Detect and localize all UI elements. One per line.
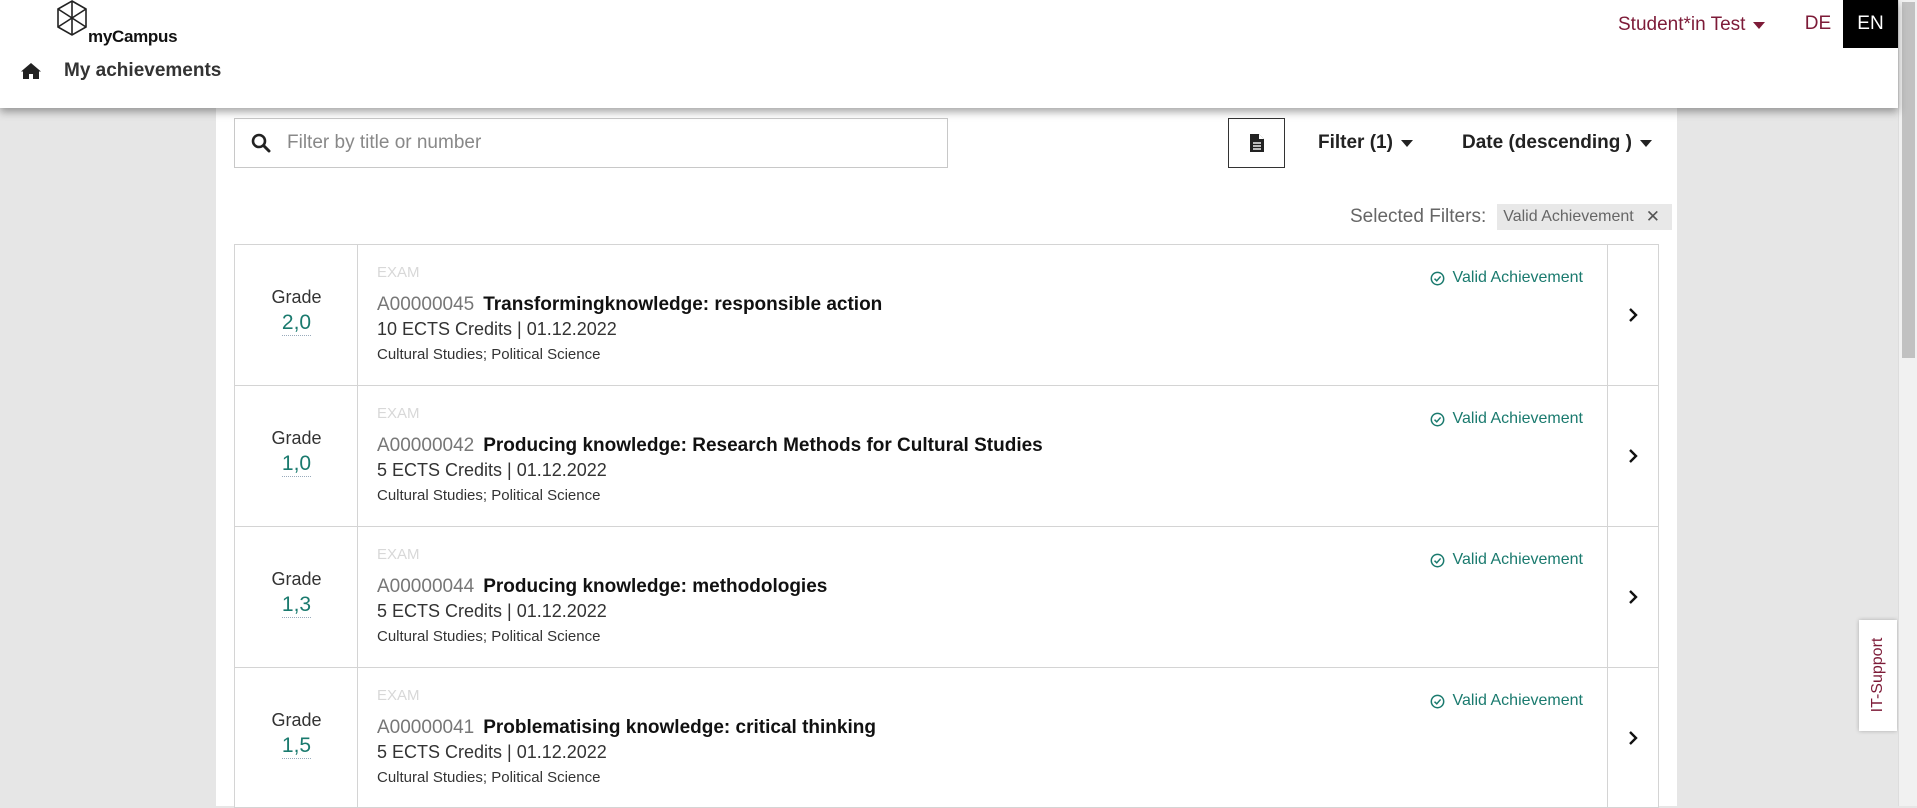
chevron-right-icon [1629,590,1638,604]
title-line: A00000041 Problematising knowledge: criti… [377,717,876,739]
selected-filters: Selected Filters: Valid Achievement ✕ [1350,204,1672,230]
filter-chip-label: Valid Achievement [1503,208,1634,225]
achievement-title: Producing knowledge: Research Methods fo… [483,435,1043,456]
achievement-row[interactable]: Grade 1,3 EXAM A00000044 Producing knowle… [234,526,1659,667]
chevron-right-icon [1629,308,1638,322]
search-input[interactable] [285,131,925,155]
status-label: Valid Achievement [1452,551,1583,568]
it-support-label: IT-Support [1869,637,1886,713]
caret-down-icon [1753,21,1766,29]
achievement-row[interactable]: Grade 1,5 EXAM A00000041 Problematising k… [234,667,1659,808]
credits-date: 5 ECTS Credits | 01.12.2022 [377,742,607,762]
achievement-info: EXAM A00000045 Transformingknowledge: res… [358,245,1609,385]
page-title: My achievements [64,60,222,81]
credits-date: 10 ECTS Credits | 01.12.2022 [377,319,617,339]
achievement-kind: EXAM [377,405,420,422]
grade-label: Grade [271,569,322,589]
it-support-tab[interactable]: IT-Support [1859,620,1897,731]
subjects: Cultural Studies; Political Science [377,628,601,645]
filter-chip: Valid Achievement ✕ [1497,204,1672,230]
status-label: Valid Achievement [1452,410,1583,427]
grade-label: Grade [271,710,322,730]
logo-text: myCampus [88,27,178,46]
language-de[interactable]: DE [1794,0,1842,48]
grade-cell: Grade 2,0 [235,245,358,385]
credits-date: 5 ECTS Credits | 01.12.2022 [377,601,607,621]
cube-logo-icon [57,0,87,36]
caret-down-icon [1400,139,1413,147]
selected-filters-label: Selected Filters: [1350,206,1487,227]
achievement-info: EXAM A00000041 Problematising knowledge: … [358,668,1609,807]
achievement-kind: EXAM [377,687,420,704]
grade-cell: Grade 1,5 [235,668,358,807]
status-badge: Valid Achievement [1430,269,1583,287]
achievement-info: EXAM A00000042 Producing knowledge: Resea… [358,386,1609,526]
search-icon [251,133,271,153]
achievement-number: A00000044 [377,576,475,597]
status-badge: Valid Achievement [1430,692,1583,710]
achievement-title: Transformingknowledge: responsible actio… [483,294,883,315]
chevron-right-icon [1629,449,1638,463]
achievement-list: Grade 2,0 EXAM A00000045 Transformingknow… [234,244,1659,808]
achievement-number: A00000042 [377,435,475,456]
check-circle-icon [1430,412,1444,426]
grade-value: 1,3 [281,593,312,618]
export-document-button[interactable] [1228,118,1285,168]
filter-dropdown-button[interactable]: Filter (1) [1318,132,1413,154]
achievement-info: EXAM A00000044 Producing knowledge: metho… [358,527,1609,667]
language-en[interactable]: EN [1843,0,1898,48]
sort-label: Date (descending ) [1462,132,1632,153]
breadcrumb: My achievements [20,60,221,82]
status-badge: Valid Achievement [1430,410,1583,428]
status-label: Valid Achievement [1452,692,1583,709]
achievement-number: A00000045 [377,294,475,315]
achievement-kind: EXAM [377,264,420,281]
title-line: A00000042 Producing knowledge: Research M… [377,435,1043,457]
check-circle-icon [1430,694,1444,708]
achievement-kind: EXAM [377,546,420,563]
grade-value: 2,0 [281,311,312,336]
title-line: A00000045 Transformingknowledge: responsi… [377,294,882,316]
status-badge: Valid Achievement [1430,551,1583,569]
grade-value: 1,5 [281,734,312,759]
scrollbar-thumb[interactable] [1902,2,1915,358]
open-details-button[interactable] [1607,668,1658,807]
title-line: A00000044 Producing knowledge: methodolog… [377,576,827,598]
credits-date: 5 ECTS Credits | 01.12.2022 [377,460,607,480]
achievement-title: Producing knowledge: methodologies [483,576,828,597]
open-details-button[interactable] [1607,527,1658,667]
remove-filter-icon[interactable]: ✕ [1646,207,1660,227]
user-name: Student*in Test [1618,14,1746,35]
achievement-number: A00000041 [377,717,475,738]
page-scrollbar[interactable] [1898,0,1917,806]
grade-cell: Grade 1,0 [235,386,358,526]
subjects: Cultural Studies; Political Science [377,769,601,786]
achievement-row[interactable]: Grade 2,0 EXAM A00000045 Transformingknow… [234,244,1659,385]
achievement-row[interactable]: Grade 1,0 EXAM A00000042 Producing knowle… [234,385,1659,526]
grade-label: Grade [271,428,322,448]
search-box[interactable] [234,118,948,168]
document-icon [1249,134,1264,152]
open-details-button[interactable] [1607,245,1658,385]
home-icon[interactable] [20,61,42,81]
achievement-title: Problematising knowledge: critical think… [483,717,876,738]
open-details-button[interactable] [1607,386,1658,526]
caret-down-icon [1639,139,1652,147]
grade-label: Grade [271,287,322,307]
check-circle-icon [1430,271,1444,285]
check-circle-icon [1430,553,1444,567]
grade-value: 1,0 [281,452,312,477]
filter-label: Filter (1) [1318,132,1393,153]
status-label: Valid Achievement [1452,269,1583,286]
main-content: Filter (1) Date (descending ) Selected F… [216,108,1677,808]
subjects: Cultural Studies; Political Science [377,487,601,504]
user-menu[interactable]: Student*in Test [1618,14,1766,36]
grade-cell: Grade 1,3 [235,527,358,667]
app-header: myCampus Student*in Test DE EN My achiev… [0,0,1898,108]
mycampus-logo[interactable]: myCampus [56,0,178,50]
chevron-right-icon [1629,730,1638,745]
sort-dropdown-button[interactable]: Date (descending ) [1462,132,1652,154]
subjects: Cultural Studies; Political Science [377,346,601,363]
